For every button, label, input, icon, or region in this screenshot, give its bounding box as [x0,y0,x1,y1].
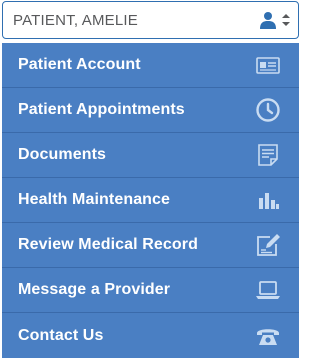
edit-record-icon [255,232,281,258]
menu-item-label: Contact Us [18,326,104,344]
document-icon [255,142,281,168]
patient-selector-dropdown[interactable]: PATIENT, AMELIE [2,1,299,39]
menu-item-review-medical-record[interactable]: Review Medical Record [2,223,299,268]
menu-item-patient-appointments[interactable]: Patient Appointments [2,88,299,133]
bar-chart-icon [255,187,281,213]
id-card-icon [255,52,281,78]
menu-item-message-a-provider[interactable]: Message a Provider [2,268,299,313]
sort-caret-icon [282,13,290,27]
laptop-icon [255,277,281,303]
menu-item-label: Message a Provider [18,281,171,298]
menu-item-health-maintenance[interactable]: Health Maintenance [2,178,299,223]
menu-item-documents[interactable]: Documents [2,133,299,178]
menu-item-label: Patient Account [18,56,141,73]
user-icon [259,11,277,29]
navigation-menu: Patient Account Patient Appointments Doc… [2,43,299,358]
menu-item-contact-us[interactable]: Contact Us [2,313,299,358]
patient-menu-panel: PATIENT, AMELIE Patient Account Patient … [0,0,303,360]
patient-name: PATIENT, AMELIE [13,11,138,29]
menu-item-label: Review Medical Record [18,236,198,253]
clock-icon [255,97,281,123]
menu-item-label: Health Maintenance [18,191,171,208]
telephone-icon [255,323,281,349]
menu-item-patient-account[interactable]: Patient Account [2,43,299,88]
menu-item-label: Patient Appointments [18,101,185,118]
menu-item-label: Documents [18,146,107,163]
